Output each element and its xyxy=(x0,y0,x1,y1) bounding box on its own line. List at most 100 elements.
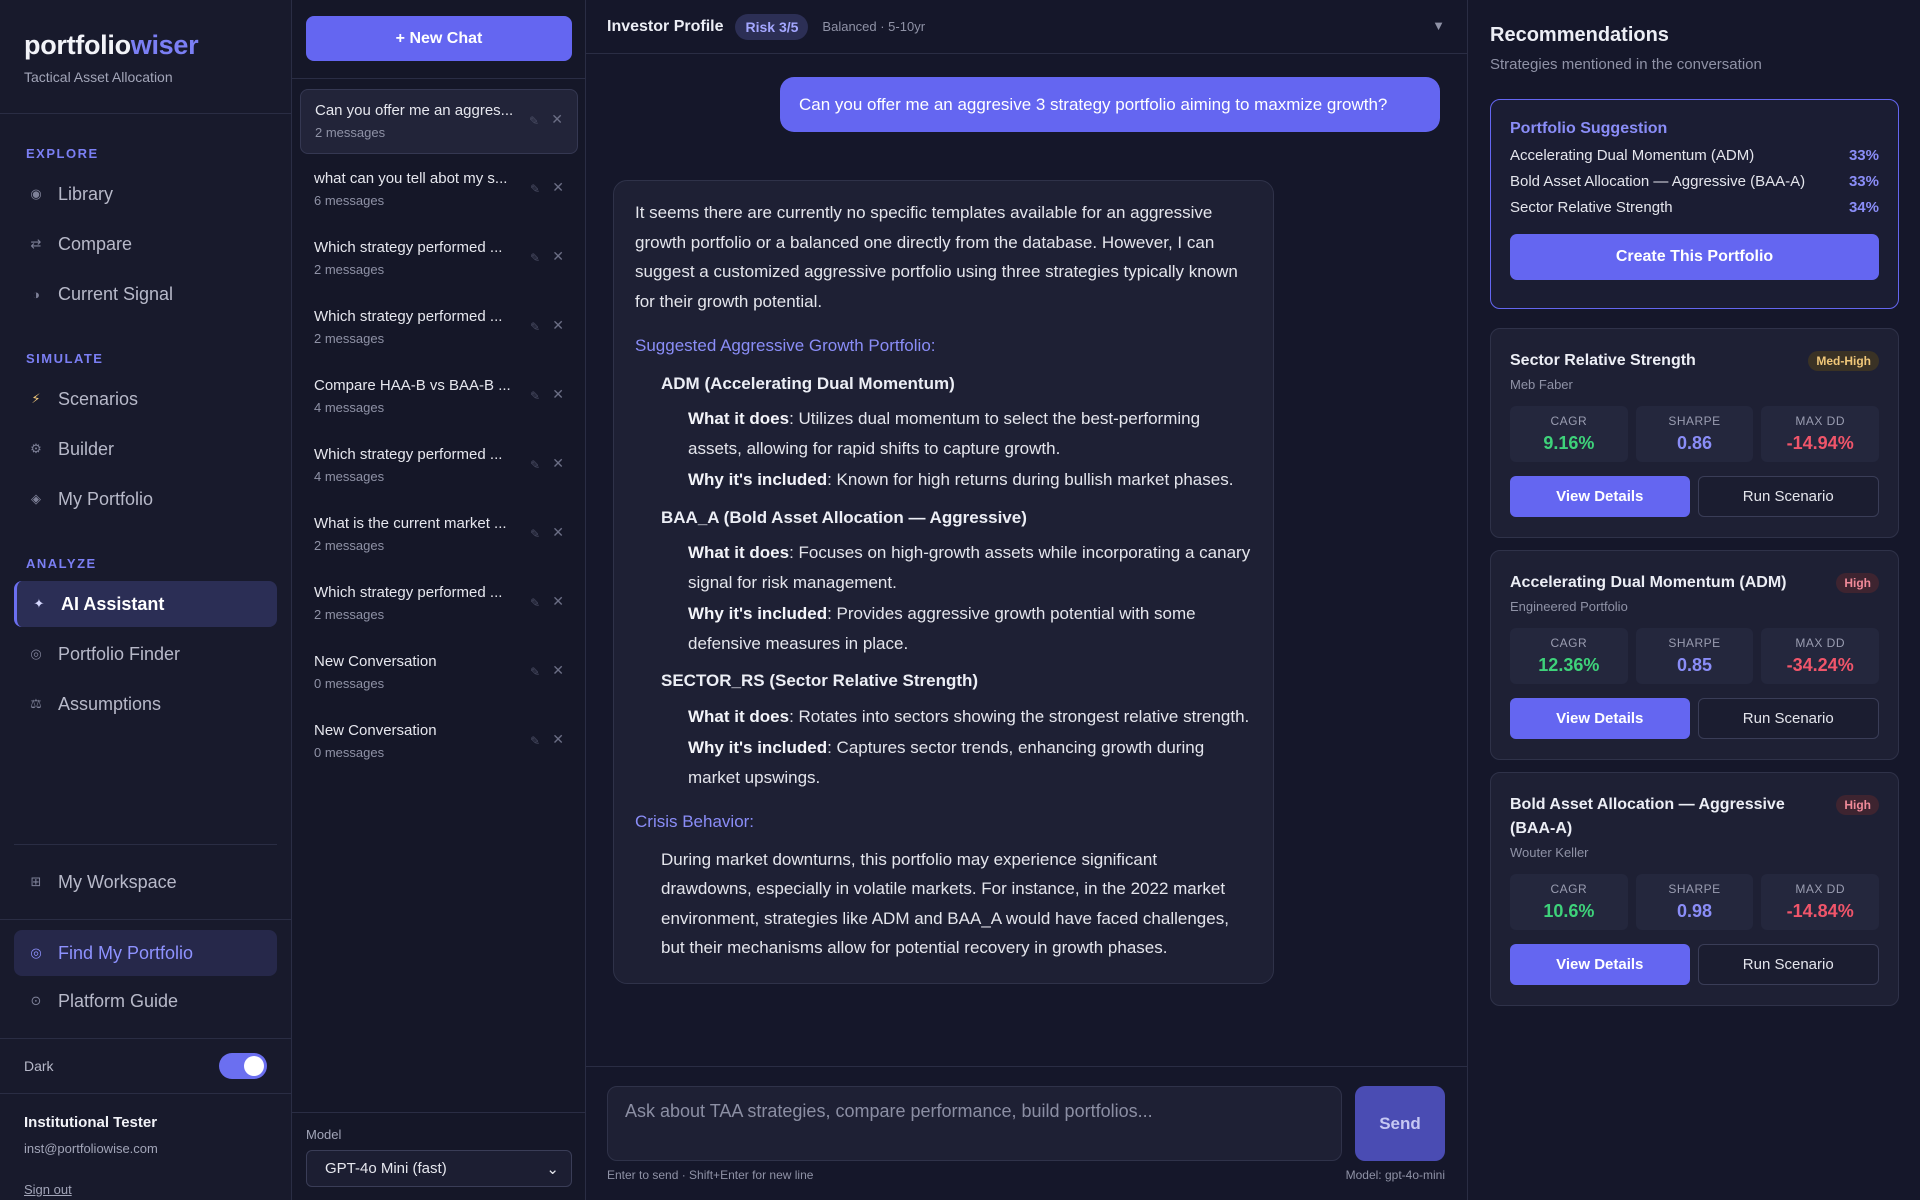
strategy-card: Bold Asset Allocation — Aggressive (BAA-… xyxy=(1490,772,1899,1006)
nav-item-portfolio-finder[interactable]: ◎ Portfolio Finder xyxy=(14,631,277,677)
metric-value: 12.36% xyxy=(1538,655,1600,675)
nav-section-analyze: ANALYZE xyxy=(26,556,97,571)
investor-profile-bar[interactable]: Investor Profile Risk 3/5 Balanced · 5-1… xyxy=(586,0,1467,54)
conversation-count: 4 messages xyxy=(314,469,385,484)
close-icon[interactable]: ✕ xyxy=(552,731,564,748)
close-icon[interactable]: ✕ xyxy=(552,248,564,265)
conversation-title: Which strategy performed ... xyxy=(314,239,503,256)
conversation-item[interactable]: Which strategy performed ... 4 messages ✎ ✕ xyxy=(300,434,578,499)
strategy-card-name[interactable]: Accelerating Dual Momentum (ADM) xyxy=(1510,571,1810,595)
sign-out-link[interactable]: Sign out xyxy=(24,1182,72,1197)
nav-item-assumptions[interactable]: ⚖ Assumptions xyxy=(14,681,277,727)
run-scenario-button[interactable]: Run Scenario xyxy=(1697,698,1879,739)
strategy-why: Why it's included: Provides aggressive g… xyxy=(688,599,1252,658)
brand: portfoliowiser Tactical Asset Allocation xyxy=(0,0,291,114)
metric-value: 10.6% xyxy=(1543,901,1595,921)
conversation-item[interactable]: New Conversation 0 messages ✎ ✕ xyxy=(300,710,578,775)
card-actions: View Details Run Scenario xyxy=(1510,476,1879,517)
close-icon[interactable]: ✕ xyxy=(552,455,564,472)
nav-section-explore: EXPLORE xyxy=(26,146,99,161)
close-icon[interactable]: ✕ xyxy=(552,662,564,679)
metric-cagr: CAGR 10.6% xyxy=(1510,874,1628,930)
card-actions: View Details Run Scenario xyxy=(1510,698,1879,739)
pencil-icon[interactable]: ✎ xyxy=(530,320,540,334)
metric-value: 9.16% xyxy=(1543,433,1595,453)
close-icon[interactable]: ✕ xyxy=(552,179,564,196)
close-icon[interactable]: ✕ xyxy=(552,317,564,334)
conversation-item[interactable]: Compare HAA-B vs BAA-B ... 4 messages ✎ ✕ xyxy=(300,365,578,430)
metric-value: 0.98 xyxy=(1676,901,1713,921)
close-icon[interactable]: ✕ xyxy=(552,524,564,541)
close-icon[interactable]: ✕ xyxy=(552,593,564,610)
pencil-icon[interactable]: ✎ xyxy=(530,665,540,679)
conversation-item[interactable]: New Conversation 0 messages ✎ ✕ xyxy=(300,641,578,706)
nav-item-my-workspace[interactable]: ⊞ My Workspace xyxy=(14,859,277,905)
conversation-item[interactable]: Which strategy performed ... 2 messages ✎ ✕ xyxy=(300,296,578,361)
pencil-icon[interactable]: ✎ xyxy=(530,389,540,403)
pencil-icon[interactable]: ✎ xyxy=(530,251,540,265)
lightning-icon: ⚡ xyxy=(31,391,41,406)
user-message: Can you offer me an aggresive 3 strategy… xyxy=(780,77,1440,132)
chat-input[interactable] xyxy=(607,1086,1342,1161)
conversation-count: 2 messages xyxy=(315,125,386,140)
view-details-button[interactable]: View Details xyxy=(1510,944,1690,985)
message-scroll[interactable]: Can you offer me an aggresive 3 strategy… xyxy=(586,55,1467,1066)
pencil-icon[interactable]: ✎ xyxy=(530,527,540,541)
pencil-icon[interactable]: ✎ xyxy=(530,458,540,472)
sidebar: portfoliowiser Tactical Asset Allocation… xyxy=(0,0,292,1200)
create-portfolio-button[interactable]: Create This Portfolio xyxy=(1510,234,1879,280)
run-scenario-button[interactable]: Run Scenario xyxy=(1697,476,1879,517)
brand-logo[interactable]: portfoliowiser xyxy=(24,30,267,61)
compass-icon: ⊙ xyxy=(30,993,42,1008)
conversation-count: 2 messages xyxy=(314,262,385,277)
user-email: inst@portfoliowise.com xyxy=(24,1141,158,1156)
close-icon[interactable]: ✕ xyxy=(551,111,563,128)
risk-badge: High xyxy=(1836,573,1879,593)
model-select[interactable]: GPT-4o Mini (fast) ⌄ xyxy=(306,1150,572,1187)
nav-item-library[interactable]: ◉ Library xyxy=(14,171,277,217)
nav-item-builder[interactable]: ⚙ Builder xyxy=(14,426,277,472)
close-icon[interactable]: ✕ xyxy=(552,386,564,403)
strategy-card-name[interactable]: Bold Asset Allocation — Aggressive (BAA-… xyxy=(1510,793,1810,841)
conversation-item[interactable]: what can you tell abot my s... 6 messages… xyxy=(300,158,578,223)
nav-item-scenarios[interactable]: ⚡ Scenarios xyxy=(14,376,277,422)
strategy-what: What it does: Rotates into sectors showi… xyxy=(688,702,1252,732)
metric-label: SHARPE xyxy=(1668,882,1721,896)
strategy-why: Why it's included: Known for high return… xyxy=(688,465,1252,495)
nav-item-find-my-portfolio[interactable]: ◎ Find My Portfolio xyxy=(14,930,277,976)
pencil-icon[interactable]: ✎ xyxy=(529,114,539,128)
nav-item-current-signal[interactable]: ◑ Current Signal xyxy=(14,271,277,317)
send-button[interactable]: Send xyxy=(1355,1086,1445,1161)
run-scenario-button[interactable]: Run Scenario xyxy=(1697,944,1879,985)
conversation-item[interactable]: Which strategy performed ... 2 messages ✎ ✕ xyxy=(300,227,578,292)
conversation-item[interactable]: Which strategy performed ... 2 messages ✎ ✕ xyxy=(300,572,578,637)
sparkle-icon: ✦ xyxy=(33,596,45,611)
nav-item-ai-assistant[interactable]: ✦ AI Assistant xyxy=(14,581,277,627)
assistant-intro: It seems there are currently no specific… xyxy=(635,203,1238,311)
caret-down-icon[interactable]: ▼ xyxy=(1432,18,1445,33)
metric-label: CAGR xyxy=(1550,636,1588,650)
pencil-icon[interactable]: ✎ xyxy=(530,596,540,610)
nav-item-label: Compare xyxy=(58,233,133,254)
metric-value: 0.85 xyxy=(1676,655,1713,675)
conversation-item[interactable]: What is the current market ... 2 messages… xyxy=(300,503,578,568)
metric-sharpe: SHARPE 0.98 xyxy=(1635,874,1754,930)
model-area: Model GPT-4o Mini (fast) ⌄ xyxy=(292,1112,585,1187)
conversation-title: New Conversation xyxy=(314,722,437,739)
toggle-knob xyxy=(244,1056,264,1076)
view-details-button[interactable]: View Details xyxy=(1510,698,1690,739)
dark-mode-toggle[interactable] xyxy=(219,1053,267,1079)
pencil-icon[interactable]: ✎ xyxy=(530,734,540,748)
nav-item-platform-guide[interactable]: ⊙ Platform Guide xyxy=(14,978,277,1024)
nav-item-my-portfolio[interactable]: ◈ My Portfolio xyxy=(14,476,277,522)
strategy-card-name[interactable]: Sector Relative Strength xyxy=(1510,349,1808,373)
grid-icon: ⊞ xyxy=(30,874,42,889)
composer: Send Enter to send · Shift+Enter for new… xyxy=(586,1066,1467,1200)
nav-item-compare[interactable]: ⇄ Compare xyxy=(14,221,277,267)
model-select-value: GPT-4o Mini (fast) xyxy=(325,1160,447,1177)
view-details-button[interactable]: View Details xyxy=(1510,476,1690,517)
scale-icon: ⚖ xyxy=(30,696,42,711)
conversation-item[interactable]: Can you offer me an aggres... 2 messages ✎… xyxy=(300,89,578,154)
pencil-icon[interactable]: ✎ xyxy=(530,182,540,196)
new-chat-button[interactable]: + New Chat xyxy=(306,16,572,61)
